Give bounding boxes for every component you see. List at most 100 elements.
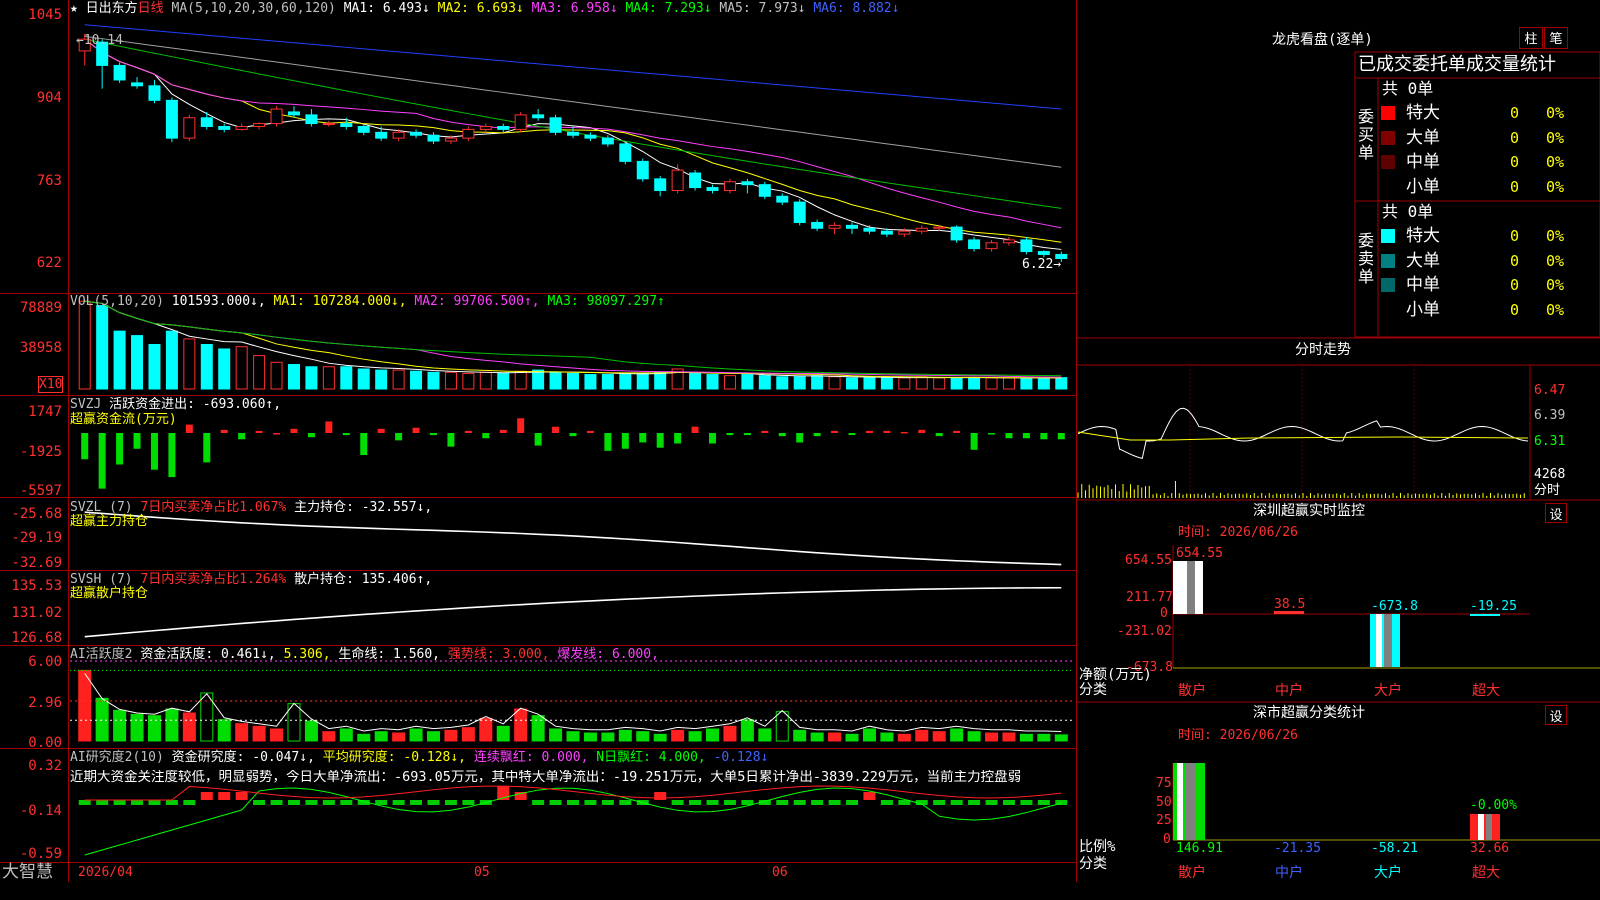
sell-row-name-1: 特大 bbox=[1406, 226, 1440, 246]
volume-bar bbox=[549, 371, 562, 390]
sell-row-count-4: 0 bbox=[1510, 300, 1520, 319]
svzj-bar bbox=[150, 433, 158, 470]
ai1-bar bbox=[322, 731, 336, 742]
period-label[interactable]: 日线 bbox=[138, 1, 164, 16]
monitor-cat-1: 散户 bbox=[1178, 683, 1206, 699]
svzj-bar bbox=[534, 433, 542, 446]
ai2-bar bbox=[828, 800, 841, 805]
ma-line-5 bbox=[84, 38, 1062, 250]
cls-bar-4-hl bbox=[1478, 814, 1484, 840]
candle-body bbox=[1020, 239, 1033, 253]
sell-row-pct-3: 0% bbox=[1546, 276, 1565, 294]
ai2-bar bbox=[671, 800, 684, 805]
candle-body bbox=[479, 125, 492, 130]
svzl-desc2: 主力持仓: -32.557↓, bbox=[294, 500, 433, 515]
volume-bar bbox=[1002, 377, 1015, 390]
cls-value-3: -58.21 bbox=[1371, 841, 1418, 856]
ma-value-3: MA3: 6.958↓ bbox=[531, 1, 626, 16]
volume-bar bbox=[567, 372, 579, 390]
star-icon[interactable]: ★ bbox=[70, 1, 86, 16]
ai2-bar bbox=[96, 800, 109, 805]
vol-ma-10 bbox=[84, 300, 1062, 379]
ai1-bar bbox=[618, 729, 632, 742]
svsh-axis-1: 135.53 bbox=[11, 578, 62, 594]
volume-bar bbox=[985, 377, 998, 390]
vol-ma-30 bbox=[84, 300, 1062, 377]
monitor-cat-2: 中户 bbox=[1275, 683, 1303, 699]
buy-row-swatch-2 bbox=[1381, 130, 1395, 145]
volume-bar bbox=[968, 377, 981, 390]
ai2-bar bbox=[78, 800, 91, 805]
ai1-bar bbox=[549, 728, 563, 742]
ai2-bar bbox=[811, 800, 824, 805]
tab-tick[interactable]: 笔 bbox=[1544, 27, 1568, 49]
candle-body bbox=[514, 114, 527, 130]
vol-axis-2: 38958 bbox=[19, 340, 62, 356]
ai1-bar bbox=[793, 729, 807, 742]
ai1-bar bbox=[828, 732, 842, 742]
volume-bar bbox=[113, 330, 126, 390]
sell-row-pct-1: 0% bbox=[1546, 227, 1565, 245]
svzj-bar bbox=[168, 433, 176, 478]
svsh-desc: 7日内买卖净占比1.264% bbox=[140, 572, 287, 587]
ai2-bar bbox=[985, 800, 998, 805]
ai1-bar bbox=[374, 731, 388, 742]
intraday-axis-3: 6.31 bbox=[1534, 434, 1566, 449]
ai2-axis-2: -0.14 bbox=[19, 803, 62, 819]
candle-body bbox=[148, 85, 161, 101]
volume-bar bbox=[933, 377, 946, 390]
ai1-bar bbox=[1002, 732, 1016, 742]
svzj-axis-3: -5597 bbox=[19, 483, 62, 499]
candle-body bbox=[183, 117, 196, 139]
svzj-bar bbox=[1040, 433, 1048, 440]
svzl-sub: 超赢主力持仓 bbox=[70, 514, 149, 529]
tab-bar[interactable]: 柱 bbox=[1519, 27, 1543, 49]
ai1-bar bbox=[182, 712, 196, 742]
volume-bar bbox=[584, 374, 597, 390]
volume-bar bbox=[357, 368, 370, 390]
svzl-axis-3: -32.69 bbox=[11, 555, 62, 571]
ai1-bar bbox=[1054, 734, 1068, 742]
candle-body bbox=[287, 111, 300, 116]
lhb-title: 龙虎看盘(逐单) bbox=[1272, 32, 1373, 48]
ai1-bar bbox=[601, 732, 615, 742]
ai1-bar bbox=[252, 725, 266, 742]
candle-body bbox=[636, 160, 649, 180]
volume-bar bbox=[1055, 377, 1068, 390]
cls-settings-button[interactable]: 设 bbox=[1545, 705, 1567, 725]
volume-bar bbox=[532, 369, 545, 390]
ai2-bar bbox=[846, 800, 859, 805]
ai1-bar bbox=[688, 731, 702, 742]
candle-body bbox=[689, 172, 702, 189]
ma-value-2: MA2: 6.693↓ bbox=[437, 1, 532, 16]
monitor-settings-button[interactable]: 设 bbox=[1545, 503, 1567, 523]
cls-cat-2: 中户 bbox=[1275, 865, 1303, 881]
ai2-bar bbox=[287, 800, 300, 805]
vol-ma2: MA2: 99706.500↑, bbox=[414, 294, 540, 309]
ai2-v3: 连续飘红: 0.000, bbox=[473, 750, 589, 765]
volume-bar bbox=[689, 372, 702, 390]
buy-row-swatch-1 bbox=[1381, 106, 1395, 120]
sell-row-swatch-3 bbox=[1381, 278, 1395, 292]
ma-value-5: MA5: 7.973↓ bbox=[719, 1, 814, 16]
sell-row-swatch-2 bbox=[1381, 253, 1395, 268]
svzj-bar bbox=[273, 433, 281, 435]
candle-body bbox=[723, 181, 736, 191]
svzj-bar bbox=[395, 433, 403, 441]
svzj-bar bbox=[970, 433, 978, 450]
cls-title: 深市超赢分类统计 bbox=[1253, 705, 1365, 721]
ai2-bar bbox=[880, 800, 893, 805]
svzj-bar bbox=[848, 433, 856, 436]
ai1-bar bbox=[270, 728, 284, 742]
vol-ma1: MA1: 107284.000↓, bbox=[273, 294, 407, 309]
ai2-bar bbox=[444, 800, 457, 805]
ai1-v2: 5.306, bbox=[283, 647, 331, 662]
svzj-bar bbox=[900, 431, 908, 434]
buy-row-pct-1: 0% bbox=[1546, 104, 1565, 122]
ai1-line bbox=[84, 673, 1062, 732]
ai2-bar bbox=[253, 800, 266, 805]
cls-value-1: 146.91 bbox=[1176, 841, 1223, 856]
ai2-bar bbox=[549, 800, 562, 805]
svzl-axis-2: -29.19 bbox=[11, 530, 62, 546]
svzj-bar bbox=[656, 433, 664, 448]
